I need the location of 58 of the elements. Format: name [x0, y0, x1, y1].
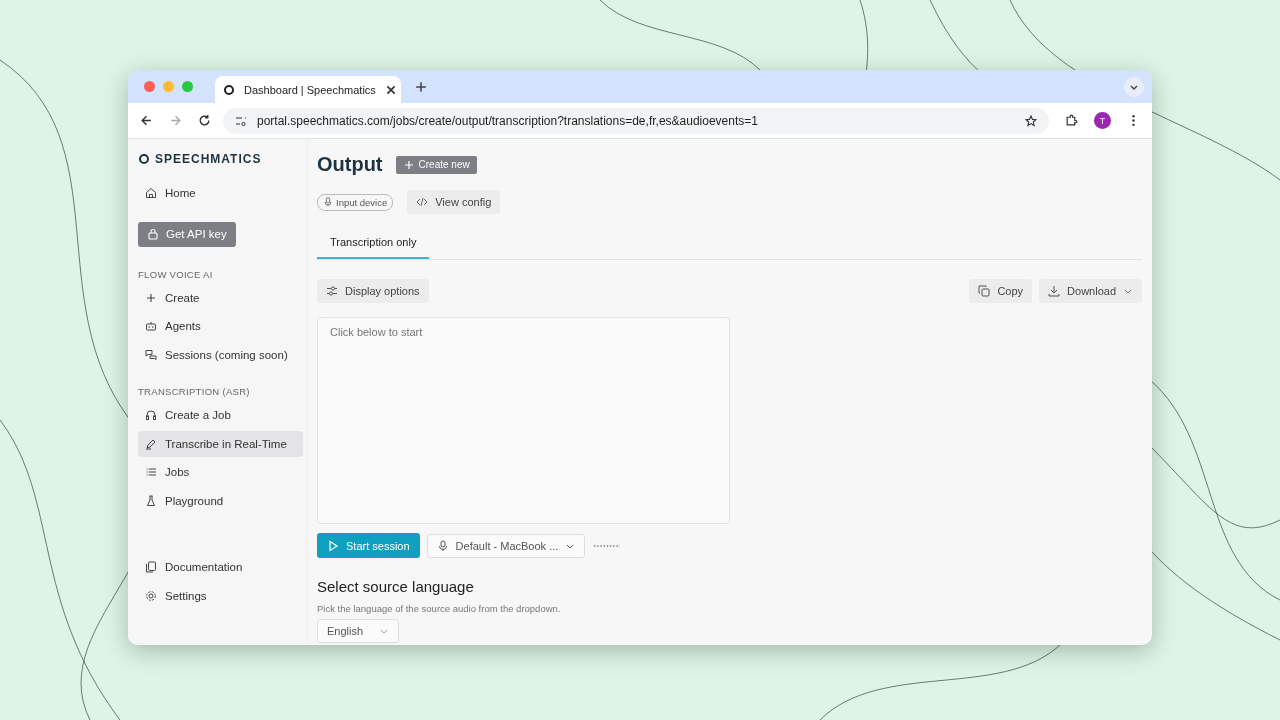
language-select[interactable]: English — [317, 619, 400, 643]
ring-logo-icon — [138, 153, 150, 165]
create-new-button[interactable]: Create new — [395, 155, 477, 174]
plus-icon — [145, 291, 157, 304]
sidebar-item[interactable]: Settings — [138, 582, 303, 609]
sidebar-item[interactable]: Agents — [138, 313, 303, 339]
view-config-button[interactable]: View config — [407, 190, 501, 214]
microphone-icon — [323, 197, 333, 207]
copy-icon — [978, 285, 991, 297]
puzzle-icon[interactable] — [1065, 114, 1078, 127]
chat-bubbles-icon — [145, 348, 157, 361]
back-icon[interactable] — [140, 114, 153, 127]
input-device-chip: Input device — [317, 193, 394, 211]
sidebar-item[interactable]: Create a Job — [138, 402, 303, 428]
new-tab-icon[interactable] — [415, 80, 427, 93]
list-icon — [145, 466, 157, 478]
sidebar-item[interactable]: Sessions (coming soon) — [138, 341, 303, 368]
star-icon[interactable] — [1025, 114, 1037, 127]
robot-icon — [145, 320, 157, 332]
settings-icon — [145, 589, 157, 602]
code-icon — [416, 196, 429, 208]
sidebar-item[interactable]: Documentation — [138, 554, 303, 580]
reload-icon[interactable] — [198, 114, 211, 127]
flask-icon — [145, 494, 157, 507]
sidebar-item[interactable]: Transcribe in Real-Time — [138, 430, 303, 457]
section-heading: FLOW VOICE AI — [138, 268, 214, 280]
microphone-select[interactable]: Default - MacBook ... — [426, 533, 586, 558]
download-icon — [1048, 285, 1061, 297]
sliders-icon — [326, 285, 338, 297]
lock-icon — [147, 228, 159, 240]
browser-tab[interactable]: Dashboard | Speechmatics — [215, 76, 401, 103]
tab[interactable]: Transcription only — [317, 227, 430, 259]
play-icon — [327, 539, 339, 552]
profile-avatar[interactable]: T — [1094, 112, 1111, 129]
download-button[interactable]: Download — [1039, 279, 1142, 303]
section-heading: Select source language — [317, 578, 474, 595]
display-options-button[interactable]: Display options — [317, 279, 429, 303]
sidebar-item[interactable]: Playground — [138, 487, 303, 514]
copy-button[interactable]: Copy — [969, 279, 1033, 303]
sidebar-item[interactable]: Jobs — [138, 459, 303, 485]
documents-icon — [145, 561, 157, 573]
sidebar-item[interactable]: Home — [138, 180, 303, 206]
plus-icon — [402, 158, 415, 171]
microphone-icon — [436, 539, 449, 552]
address-bar[interactable]: portal.speechmatics.com/jobs/create/output/transcription?translations=de,fr,es&audioevents=1 — [223, 107, 1049, 134]
home-icon — [145, 187, 157, 199]
ring-logo-icon — [223, 83, 235, 96]
page-title: Output — [317, 153, 383, 176]
transcript-field[interactable]: Click below to start — [317, 317, 730, 524]
section-heading: TRANSCRIPTION (ASR) — [138, 386, 251, 397]
headphones-icon — [145, 409, 157, 421]
site-settings-icon[interactable] — [235, 114, 247, 127]
get-api-key-button[interactable]: Get API key — [138, 221, 236, 247]
sidebar-item[interactable]: Create — [138, 284, 303, 311]
close-tab-icon[interactable] — [384, 83, 397, 96]
brand-name: SPEECHMATICS — [155, 152, 262, 166]
pen-icon — [145, 437, 157, 450]
hint-text: Pick the language of the source audio from the dropdown. — [317, 603, 561, 614]
